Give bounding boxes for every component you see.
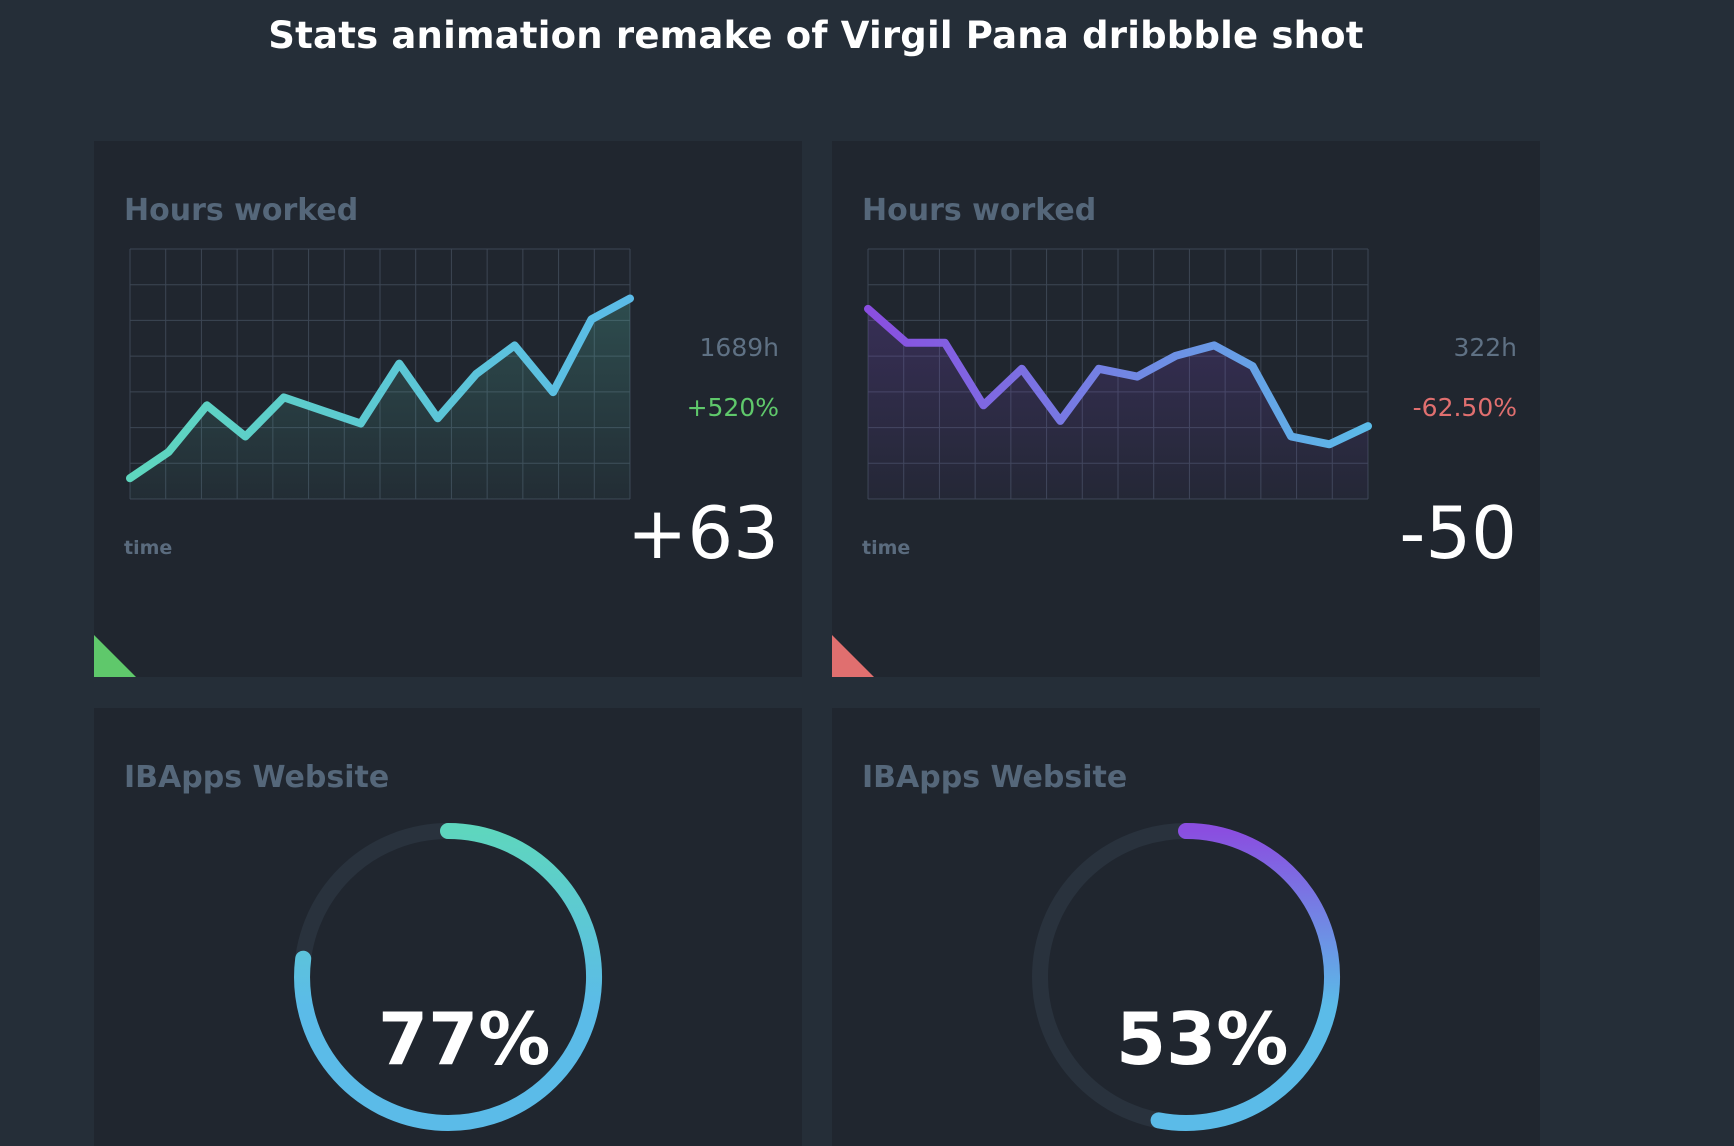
trend-down-corner-icon — [832, 635, 874, 677]
delta-value: -50 — [1399, 491, 1517, 575]
page-title: Stats animation remake of Virgil Pana dr… — [268, 14, 1364, 57]
ibapps-website-card-1: IBApps Website 77% — [94, 708, 802, 1146]
x-axis-label: time — [862, 537, 911, 559]
hours-worked-card-1: Hours worked 1689h +520% +63 time — [94, 141, 802, 677]
delta-value: +63 — [627, 491, 779, 575]
change-percent: +520% — [686, 393, 779, 422]
hours-worked-card-2: Hours worked 322h -62.50% -50 time — [832, 141, 1540, 677]
change-percent: -62.50% — [1412, 393, 1517, 422]
trend-up-corner-icon — [94, 635, 136, 677]
ibapps-website-card-2: IBApps Website 53% — [832, 708, 1540, 1146]
percent-value: 53% — [1116, 997, 1289, 1081]
total-hours: 322h — [1453, 333, 1517, 362]
percent-value: 77% — [378, 997, 551, 1081]
total-hours: 1689h — [699, 333, 779, 362]
x-axis-label: time — [124, 537, 173, 559]
